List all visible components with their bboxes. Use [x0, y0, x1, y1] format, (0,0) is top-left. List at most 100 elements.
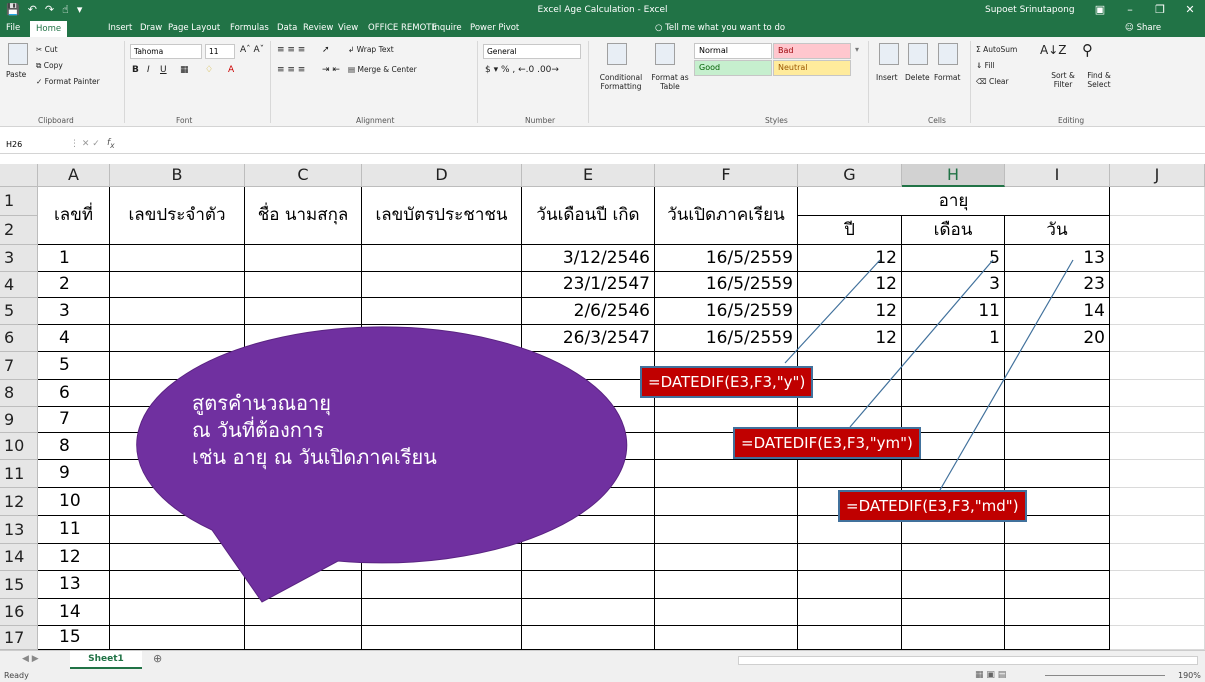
cell-national-id[interactable]	[362, 325, 522, 352]
paste-button[interactable]: Paste	[6, 70, 26, 79]
fill-button[interactable]: ⇓ Fill	[976, 61, 995, 70]
cell-birth-date[interactable]	[522, 599, 655, 626]
cell-student-id[interactable]	[110, 488, 245, 516]
column-header-d[interactable]: D	[362, 164, 522, 187]
tab-formulas[interactable]: Formulas	[230, 23, 269, 33]
column-header-f[interactable]: F	[655, 164, 798, 187]
cell-j2[interactable]	[1110, 216, 1205, 245]
cell-age-months[interactable]: 11	[902, 298, 1005, 325]
cell-j[interactable]	[1110, 325, 1205, 352]
column-header-h[interactable]: H	[902, 164, 1005, 187]
cell-number[interactable]: 6	[38, 380, 110, 407]
row-header[interactable]: 13	[0, 516, 38, 544]
cell-age-years[interactable]	[798, 571, 902, 599]
cell-age-months[interactable]	[902, 571, 1005, 599]
cell-number[interactable]: 10	[38, 488, 110, 516]
style-bad[interactable]: Bad	[773, 43, 851, 59]
conditional-formatting-icon[interactable]	[607, 43, 627, 65]
cell-j[interactable]	[1110, 626, 1205, 650]
cell-j[interactable]	[1110, 460, 1205, 488]
cell-national-id[interactable]	[362, 298, 522, 325]
sort-filter-button[interactable]: Sort & Filter	[1046, 71, 1080, 89]
cell-name[interactable]	[245, 544, 362, 571]
cell-j[interactable]	[1110, 407, 1205, 433]
row-header[interactable]: 2	[0, 216, 38, 245]
cell-student-id[interactable]	[110, 599, 245, 626]
cell-age-years[interactable]	[798, 460, 902, 488]
header-cell-f[interactable]: วันเปิดภาคเรียน	[655, 187, 798, 245]
cell-age-days[interactable]	[1005, 626, 1110, 650]
sheet-nav-arrows[interactable]: ◀ ▶	[22, 654, 39, 664]
header-cell-age[interactable]: อายุ	[798, 187, 1110, 216]
style-good[interactable]: Good	[694, 60, 772, 76]
cell-age-days[interactable]	[1005, 544, 1110, 571]
cell-j[interactable]	[1110, 488, 1205, 516]
cell-student-id[interactable]	[110, 571, 245, 599]
cell-birth-date[interactable]	[522, 380, 655, 407]
add-sheet-icon[interactable]: ⊕	[153, 652, 162, 665]
underline-icon[interactable]: U	[160, 65, 167, 75]
cell-national-id[interactable]	[362, 488, 522, 516]
format-cells-icon[interactable]	[938, 43, 958, 65]
cell-name[interactable]	[245, 571, 362, 599]
cell-name[interactable]	[245, 272, 362, 298]
clear-button[interactable]: ⌫ Clear	[976, 77, 1009, 86]
delete-cells-button[interactable]: Delete	[905, 73, 930, 82]
merge-center-button[interactable]: ▤ Merge & Center	[348, 65, 417, 74]
cell-age-months[interactable]	[902, 380, 1005, 407]
tell-me-search[interactable]: ○ Tell me what you want to do	[655, 23, 785, 33]
cell-age-months[interactable]	[902, 460, 1005, 488]
cell-term-open-date[interactable]	[655, 626, 798, 650]
format-painter-button[interactable]: ✓ Format Painter	[36, 77, 100, 86]
cell-age-years[interactable]: 12	[798, 272, 902, 298]
cell-j[interactable]	[1110, 544, 1205, 571]
cut-button[interactable]: ✂ Cut	[36, 45, 58, 54]
format-as-table-icon[interactable]	[655, 43, 675, 65]
name-box[interactable]: H26	[3, 139, 63, 152]
style-normal[interactable]: Normal	[694, 43, 772, 59]
user-name[interactable]: Supoet Srinutapong	[985, 5, 1075, 15]
row-header[interactable]: 5	[0, 298, 38, 325]
format-cells-button[interactable]: Format	[934, 73, 960, 82]
cell-age-days[interactable]	[1005, 352, 1110, 380]
row-header[interactable]: 3	[0, 245, 38, 272]
row-header[interactable]: 17	[0, 626, 38, 650]
cell-age-years[interactable]	[798, 380, 902, 407]
cell-term-open-date[interactable]	[655, 571, 798, 599]
cell-term-open-date[interactable]: 16/5/2559	[655, 272, 798, 298]
cell-number[interactable]: 5	[38, 352, 110, 380]
cell-number[interactable]: 1	[38, 245, 110, 272]
sheet-tab-sheet1[interactable]: Sheet1	[70, 651, 142, 669]
find-icon[interactable]: ⚲	[1082, 41, 1093, 59]
cell-j[interactable]	[1110, 380, 1205, 407]
cell-j[interactable]	[1110, 571, 1205, 599]
cell-age-years[interactable]: 12	[798, 245, 902, 272]
row-header[interactable]: 8	[0, 380, 38, 407]
indent-icon[interactable]: ⇥ ⇤	[322, 65, 340, 75]
cell-student-id[interactable]	[110, 298, 245, 325]
cell-birth-date[interactable]: 23/1/2547	[522, 272, 655, 298]
cell-age-months[interactable]	[902, 352, 1005, 380]
bold-icon[interactable]: B	[132, 65, 139, 75]
cell-birth-date[interactable]	[522, 352, 655, 380]
fx-icon[interactable]: fx	[107, 138, 115, 150]
cell-student-id[interactable]	[110, 626, 245, 650]
cell-age-months[interactable]: 3	[902, 272, 1005, 298]
tab-office-remote[interactable]: OFFICE REMOTE	[368, 23, 437, 33]
font-name-select[interactable]: Tahoma	[130, 44, 202, 59]
cell-term-open-date[interactable]	[655, 544, 798, 571]
cell-term-open-date[interactable]	[655, 488, 798, 516]
cell-name[interactable]	[245, 516, 362, 544]
cell-national-id[interactable]	[362, 516, 522, 544]
italic-icon[interactable]: I	[147, 65, 150, 75]
cell-national-id[interactable]	[362, 544, 522, 571]
cell-age-months[interactable]	[902, 544, 1005, 571]
find-select-button[interactable]: Find & Select	[1082, 71, 1116, 89]
cell-j[interactable]	[1110, 272, 1205, 298]
minimize-icon[interactable]: –	[1115, 0, 1145, 20]
cell-number[interactable]: 3	[38, 298, 110, 325]
row-header[interactable]: 15	[0, 571, 38, 599]
tab-page-layout[interactable]: Page Layout	[168, 23, 220, 33]
column-header-c[interactable]: C	[245, 164, 362, 187]
tab-power-pivot[interactable]: Power Pivot	[470, 23, 519, 33]
